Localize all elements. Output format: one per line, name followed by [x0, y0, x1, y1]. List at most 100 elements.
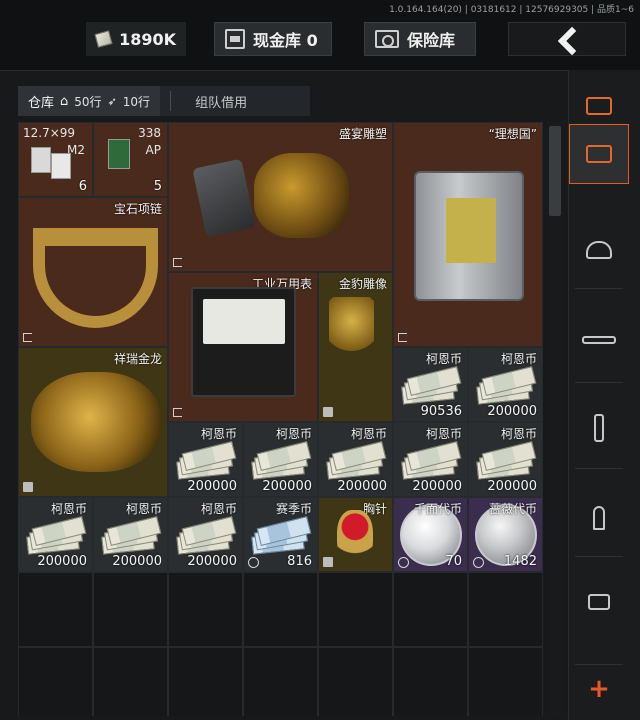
banknote-stack-icon [251, 440, 312, 480]
extract-icon [173, 408, 182, 417]
banknote-stack-icon [476, 365, 537, 405]
category-sidebar: + [568, 70, 640, 720]
empty-slot[interactable] [318, 647, 393, 716]
ammo-box-icon [108, 139, 130, 169]
tab-warehouse[interactable]: 仓库 ⌂ 50行 ➶ 10行 [18, 86, 161, 116]
category-rifle[interactable] [569, 310, 629, 370]
item-golden-dragon[interactable]: 祥瑞金龙 [18, 347, 168, 497]
inventory-grid: 12.7×99 M2 6 338 AP 5 盛宴雕塑 “理想国” 宝石项链 工业… [18, 122, 543, 716]
banknote-stack-icon [26, 515, 87, 555]
item-count: 1482 [503, 554, 537, 569]
item-multimeter[interactable]: 工业万用表 [168, 272, 318, 422]
empty-slot[interactable] [93, 572, 168, 647]
empty-slot[interactable] [318, 572, 393, 647]
item-ammo-12-7[interactable]: 12.7×99 M2 6 [18, 122, 93, 197]
bullet-icon [593, 506, 605, 530]
item-koen-coin[interactable]: 柯恩币 200000 [318, 422, 393, 497]
leopard-statue-icon [329, 297, 374, 357]
lock-icon [23, 482, 33, 492]
empty-slot[interactable] [393, 572, 468, 647]
empty-slot[interactable] [243, 647, 318, 716]
money-display: 1890K [86, 22, 186, 56]
item-koen-coin[interactable]: 柯恩币 200000 [168, 422, 243, 497]
item-name: 柯恩币 [500, 352, 537, 366]
item-golden-leopard[interactable]: 金豹雕像 [318, 272, 393, 422]
item-feast-sculpture[interactable]: 盛宴雕塑 [168, 122, 393, 272]
item-count: 200000 [412, 479, 462, 494]
empty-slot[interactable] [393, 647, 468, 716]
empty-slot[interactable] [168, 572, 243, 647]
vault-icon [225, 29, 245, 49]
item-season-coin[interactable]: 赛季币 816 [243, 497, 318, 572]
banknote-stack-icon [401, 440, 462, 480]
sidebar-divider [575, 556, 623, 557]
helmet-icon [586, 241, 612, 259]
money-amount: 1890K [119, 29, 176, 49]
item-name: 柯恩币 [350, 427, 387, 441]
item-koen-coin[interactable]: 柯恩币 200000 [18, 497, 93, 572]
empty-slot[interactable] [18, 572, 93, 647]
item-koen-coin[interactable]: 柯恩币 200000 [468, 347, 543, 422]
necklace-icon [33, 228, 158, 328]
item-rose-token[interactable]: 蔷薇代币 1482 [468, 497, 543, 572]
brooch-icon [337, 510, 373, 566]
category-storage[interactable] [569, 124, 629, 184]
category-scope[interactable] [569, 572, 629, 632]
item-gem-necklace[interactable]: 宝石项链 [18, 197, 168, 347]
item-koen-coin[interactable]: 柯恩币 200000 [168, 497, 243, 572]
home-icon: ⌂ [60, 93, 69, 109]
category-magazine[interactable] [569, 398, 629, 458]
item-koen-coin[interactable]: 柯恩币 90536 [393, 347, 468, 422]
ammo-box-icon [31, 147, 51, 173]
timer-icon [398, 557, 409, 568]
banknote-stack-icon [101, 515, 162, 555]
item-count: 200000 [487, 404, 537, 419]
banknote-icon [94, 30, 113, 48]
empty-slot[interactable] [243, 572, 318, 647]
timer-icon [473, 557, 484, 568]
item-count: 200000 [337, 479, 387, 494]
tab-warehouse-label: 仓库 [28, 95, 55, 111]
category-helmet[interactable] [569, 220, 629, 280]
safe-button[interactable]: 保险库 [364, 22, 476, 56]
item-koen-coin[interactable]: 柯恩币 200000 [93, 497, 168, 572]
item-count: 200000 [487, 479, 537, 494]
banknote-stack-icon [176, 440, 237, 480]
bullet-small-icon: ➶ [107, 94, 117, 108]
empty-slot[interactable] [468, 647, 543, 716]
item-ideal-state-case[interactable]: “理想国” [393, 122, 543, 347]
item-koen-coin[interactable]: 柯恩币 200000 [243, 422, 318, 497]
item-koen-coin[interactable]: 柯恩币 200000 [468, 422, 543, 497]
storage-icon [586, 145, 612, 163]
warehouse-tabs: 仓库 ⌂ 50行 ➶ 10行 组队借用 [18, 86, 310, 116]
item-name: 宝石项链 [113, 202, 162, 216]
ammo-caliber-label: 338 [138, 126, 161, 140]
inventory-scrollbar[interactable] [546, 122, 564, 716]
item-name: 柯恩币 [50, 502, 87, 516]
add-button[interactable]: + [575, 664, 623, 712]
scrollbar-thumb[interactable] [549, 126, 561, 216]
category-ammo[interactable] [569, 488, 629, 548]
item-name: 柯恩币 [200, 502, 237, 516]
item-thousand-faces-token[interactable]: 千面代币 70 [393, 497, 468, 572]
item-count: 90536 [420, 404, 462, 419]
item-koen-coin[interactable]: 柯恩币 200000 [393, 422, 468, 497]
safe-label: 保险库 [407, 31, 456, 50]
tab-divider [170, 91, 172, 111]
empty-slot[interactable] [93, 647, 168, 716]
item-ammo-338[interactable]: 338 AP 5 [93, 122, 168, 197]
empty-slot[interactable] [468, 572, 543, 647]
ammo-rows-count: 10行 [122, 94, 151, 109]
empty-slot[interactable] [168, 647, 243, 716]
magazine-icon [594, 414, 604, 442]
cash-vault-button[interactable]: 现金库 0 [214, 22, 332, 56]
lock-icon [323, 407, 333, 417]
item-brooch[interactable]: 胸针 [318, 497, 393, 572]
tab-team-borrow[interactable]: 组队借用 [177, 92, 247, 111]
top-bar: 1890K 现金库 0 保险库 [0, 14, 640, 64]
item-count: 5 [153, 179, 162, 194]
empty-slot[interactable] [18, 647, 93, 716]
back-button[interactable] [508, 22, 626, 56]
cash-vault-label: 现金库 0 [253, 31, 318, 50]
item-count: 70 [445, 554, 462, 569]
